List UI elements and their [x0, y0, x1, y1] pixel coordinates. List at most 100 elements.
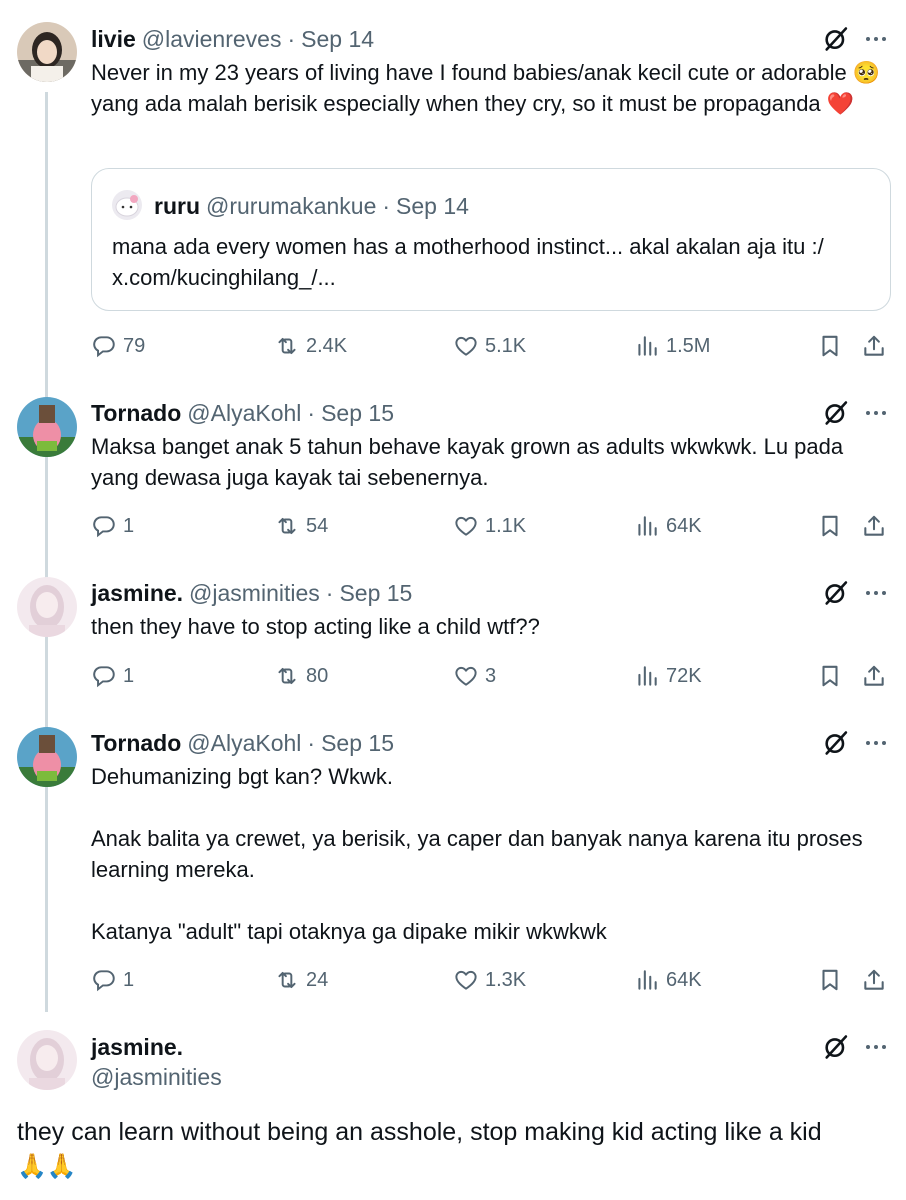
- repost-icon: [274, 513, 300, 539]
- display-name[interactable]: Tornado: [91, 398, 181, 428]
- like-count: 3: [485, 664, 497, 687]
- bookmark-button[interactable]: [817, 511, 849, 541]
- bookmark-button[interactable]: [817, 661, 849, 691]
- grok-icon[interactable]: [822, 729, 850, 757]
- more-dots-icon[interactable]: [862, 1033, 890, 1061]
- display-name[interactable]: jasmine.: [91, 578, 183, 608]
- share-button[interactable]: [861, 511, 893, 541]
- share-button[interactable]: [861, 331, 893, 361]
- repost-button[interactable]: 24: [274, 965, 328, 995]
- like-button[interactable]: 1.3K: [453, 965, 526, 995]
- bookmark-icon: [817, 967, 843, 993]
- display-name[interactable]: Tornado: [91, 728, 181, 758]
- display-name[interactable]: jasmine.: [91, 1032, 183, 1062]
- avatar[interactable]: [17, 22, 77, 82]
- grok-icon[interactable]: [822, 25, 850, 53]
- tweet-tornado-2[interactable]: Tornado @AlyaKohl · Sep 15 Dehumanizing …: [0, 710, 906, 1010]
- main-tweet-name-row: jasmine.: [91, 1032, 183, 1062]
- quoted-tweet[interactable]: ruru @rurumakankue · Sep 14 mana ada eve…: [91, 168, 891, 311]
- view-count: 1.5M: [666, 334, 711, 357]
- share-button[interactable]: [861, 965, 893, 995]
- reply-bubble-icon: [91, 663, 117, 689]
- user-handle[interactable]: @rurumakankue: [206, 191, 376, 221]
- user-handle[interactable]: @jasminities: [91, 1062, 222, 1092]
- reply-button[interactable]: 1: [91, 965, 134, 995]
- main-tweet-text: they can learn without being an asshole,…: [17, 1115, 897, 1184]
- reply-bubble-icon: [91, 513, 117, 539]
- share-button[interactable]: [861, 661, 893, 691]
- reply-button[interactable]: 79: [91, 331, 145, 361]
- main-tweet-handle-row: @jasminities: [91, 1062, 222, 1092]
- tweet-jasmine-1[interactable]: jasmine. @jasminities · Sep 15 then they…: [0, 560, 906, 710]
- action-bar: 1 54 1.1K 64K: [91, 511, 891, 541]
- repost-button[interactable]: 2.4K: [274, 331, 347, 361]
- user-handle[interactable]: @AlyaKohl: [187, 728, 301, 758]
- like-button[interactable]: 1.1K: [453, 511, 526, 541]
- repost-button[interactable]: 80: [274, 661, 328, 691]
- more-dots-icon[interactable]: [862, 579, 890, 607]
- quote-header: ruru @rurumakankue · Sep 14: [154, 191, 469, 221]
- avatar[interactable]: [17, 577, 77, 637]
- avatar[interactable]: [112, 190, 142, 220]
- tweet-text: Dehumanizing bgt kan? Wkwk. Anak balita …: [91, 764, 863, 944]
- bookmark-icon: [817, 663, 843, 689]
- grok-icon[interactable]: [822, 1033, 850, 1061]
- repost-icon: [274, 967, 300, 993]
- quote-text: mana ada every women has a motherhood in…: [112, 234, 824, 290]
- more-dots-icon[interactable]: [862, 729, 890, 757]
- display-name[interactable]: livie: [91, 24, 136, 54]
- avatar[interactable]: [17, 727, 77, 787]
- user-handle[interactable]: @lavienreves: [142, 24, 282, 54]
- repost-icon: [274, 333, 300, 359]
- views-button[interactable]: 72K: [634, 661, 702, 691]
- more-dots-icon[interactable]: [862, 25, 890, 53]
- views-button[interactable]: 64K: [634, 965, 702, 995]
- repost-icon: [274, 663, 300, 689]
- timestamp[interactable]: Sep 15: [321, 728, 394, 758]
- separator-dot: ·: [382, 193, 391, 219]
- repost-button[interactable]: 54: [274, 511, 328, 541]
- avatar[interactable]: [17, 397, 77, 457]
- bookmark-button[interactable]: [817, 965, 849, 995]
- repost-count: 2.4K: [306, 334, 348, 357]
- user-handle[interactable]: @jasminities: [189, 578, 320, 608]
- tweet-header: Tornado @AlyaKohl · Sep 15: [91, 728, 394, 758]
- views-button[interactable]: 1.5M: [634, 331, 710, 361]
- views-button[interactable]: 64K: [634, 511, 702, 541]
- tweet-header: livie @lavienreves · Sep 14: [91, 24, 374, 54]
- heart-icon: [453, 513, 479, 539]
- timestamp[interactable]: Sep 15: [321, 398, 394, 428]
- view-count: 64K: [666, 968, 702, 991]
- timestamp[interactable]: Sep 14: [396, 191, 469, 221]
- share-icon: [861, 663, 887, 689]
- bookmark-icon: [817, 513, 843, 539]
- action-bar: 79 2.4K 5.1K 1.5M: [91, 331, 891, 361]
- like-button[interactable]: 5.1K: [453, 331, 526, 361]
- separator-dot: ·: [307, 400, 316, 426]
- heart-icon: [453, 333, 479, 359]
- reply-button[interactable]: 1: [91, 511, 134, 541]
- tweet-tornado-1[interactable]: Tornado @AlyaKohl · Sep 15 Maksa banget …: [0, 380, 906, 560]
- separator-dot: ·: [287, 26, 296, 52]
- timestamp[interactable]: Sep 14: [301, 24, 374, 54]
- share-icon: [861, 967, 887, 993]
- avatar[interactable]: [17, 1030, 77, 1090]
- timestamp[interactable]: Sep 15: [339, 578, 412, 608]
- like-count: 1.3K: [485, 968, 527, 991]
- separator-dot: ·: [307, 730, 316, 756]
- like-button[interactable]: 3: [453, 661, 496, 691]
- display-name[interactable]: ruru: [154, 191, 200, 221]
- more-dots-icon[interactable]: [862, 399, 890, 427]
- grok-icon[interactable]: [822, 579, 850, 607]
- reply-button[interactable]: 1: [91, 661, 134, 691]
- view-count: 64K: [666, 514, 702, 537]
- bookmark-button[interactable]: [817, 331, 849, 361]
- tweet-livie[interactable]: livie @lavienreves · Sep 14 Never in my …: [0, 0, 906, 380]
- reply-bubble-icon: [91, 967, 117, 993]
- tweet-header: jasmine. @jasminities · Sep 15: [91, 578, 412, 608]
- grok-icon[interactable]: [822, 399, 850, 427]
- user-handle[interactable]: @AlyaKohl: [187, 398, 301, 428]
- tweet-text: then they have to stop acting like a chi…: [91, 614, 540, 639]
- reply-count: 1: [123, 968, 135, 991]
- reply-count: 1: [123, 514, 135, 537]
